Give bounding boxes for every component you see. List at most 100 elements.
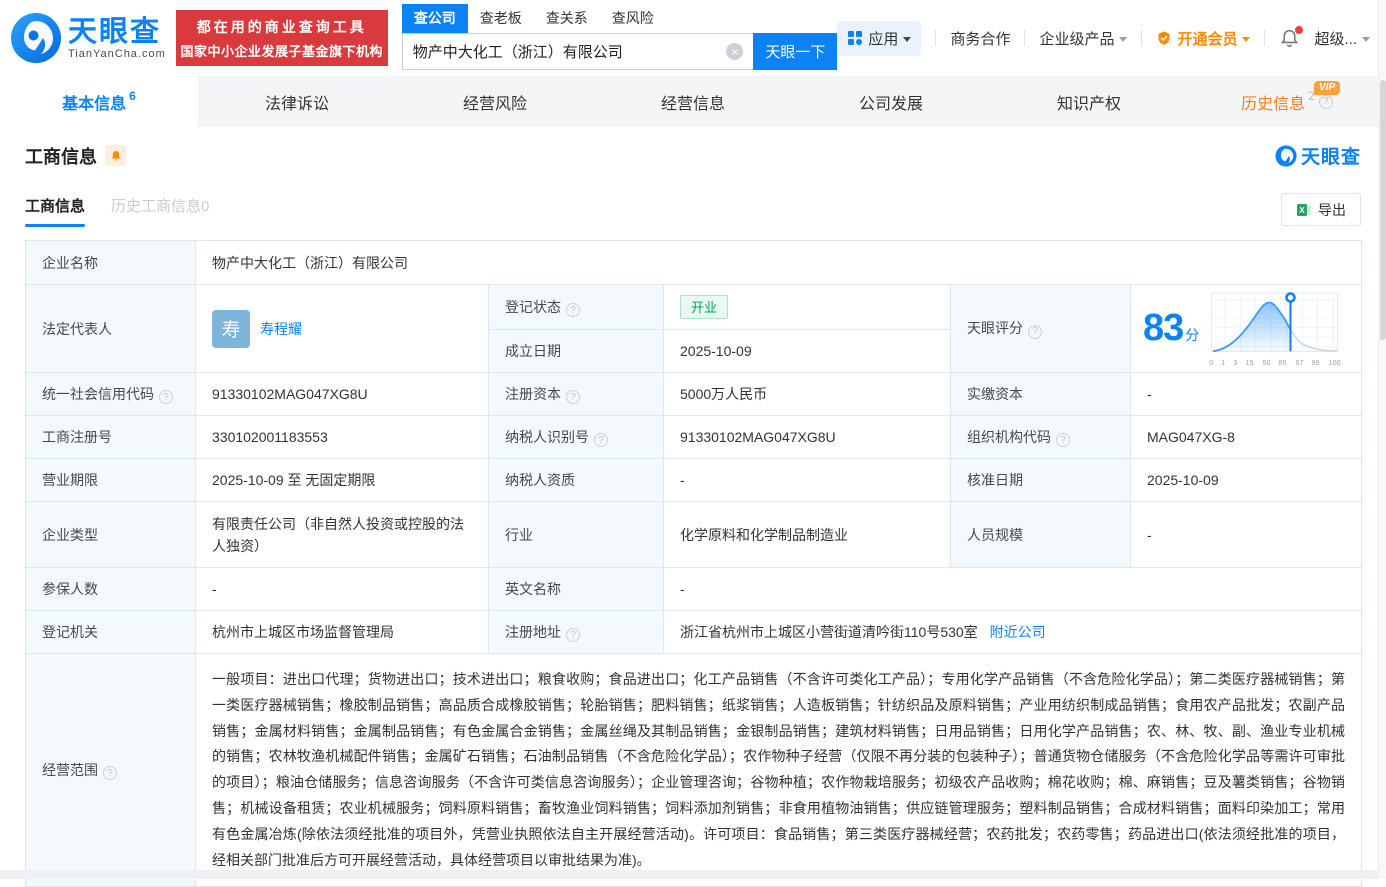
field-label-reg-capital: 注册资本? (488, 372, 664, 416)
tab-company-development[interactable]: 公司发展 (792, 76, 990, 127)
apps-grid-icon (848, 31, 863, 45)
search-tabs: 查公司 查老板 查关系 查风险 (401, 4, 838, 33)
scrollbar-thumb[interactable] (1380, 80, 1386, 340)
divider (1264, 30, 1266, 46)
search-tab-company[interactable]: 查公司 (401, 4, 468, 33)
subtab-history-business-info[interactable]: 历史工商信息0 (111, 195, 209, 227)
field-value-company-name: 物产中大化工（浙江）有限公司 (194, 240, 1363, 285)
top-header: 天眼查 TianYanCha.com 都在用的商业查询工具 国家中小企业发展子基… (0, 0, 1386, 76)
table-row-business-scope: 经营范围? 一般项目：进出口代理；货物进出口；技术进出口；粮食收购；食品进出口；… (25, 652, 1363, 887)
field-label-establish-date: 成立日期 (488, 329, 664, 373)
help-icon[interactable]: ? (566, 390, 580, 405)
field-value-legal-rep: 寿 寿程耀 (195, 284, 489, 373)
legal-rep-link[interactable]: 寿程耀 (260, 319, 302, 339)
export-button[interactable]: X 导出 (1281, 193, 1361, 226)
slogan-line1: 都在用的商业查询工具 (196, 18, 367, 35)
field-value-english-name: - (662, 567, 1363, 611)
help-icon[interactable]: ? (103, 766, 117, 781)
search-input[interactable] (402, 43, 727, 60)
business-info-table: 企业名称 物产中大化工（浙江）有限公司 法定代表人 寿 寿程耀 登记状态? 开业… (25, 240, 1363, 887)
search-tab-risk[interactable]: 查风险 (600, 4, 666, 33)
chevron-down-icon (1362, 36, 1370, 42)
field-label-reg-number: 工商注册号 (25, 415, 196, 459)
score-axis: 01 3 15 50 85 97 99 100 (1209, 358, 1341, 367)
nearby-companies-link[interactable]: 附近公司 (990, 624, 1046, 640)
field-label-company-name: 企业名称 (25, 240, 196, 285)
field-value-industry: 化学原料和化学制品制造业 (663, 501, 951, 568)
help-icon[interactable]: ? (566, 628, 580, 643)
field-value-credit-code: 91330102MAG047XG8U (195, 372, 489, 416)
table-row-business-term: 营业期限 2025-10-09 至 无固定期限 纳税人资质 - 核准日期 202… (25, 458, 1363, 502)
svg-text:X: X (1299, 206, 1305, 215)
apps-menu[interactable]: 应用 (837, 20, 922, 56)
vip-badge-icon (1158, 31, 1170, 45)
field-label-reg-authority: 登记机关 (25, 610, 196, 654)
slogan-line2: 国家中小企业发展子基金旗下机构 (180, 43, 384, 59)
chevron-down-icon (1242, 36, 1251, 42)
slogan-banner: 都在用的商业查询工具 国家中小企业发展子基金旗下机构 (175, 10, 388, 66)
field-value-reg-authority: 杭州市上城区市场监督管理局 (195, 610, 489, 654)
menu-cooperation[interactable]: 商务合作 (950, 28, 1010, 49)
field-value-reg-number: 330102001183553 (195, 415, 489, 459)
search-tab-relation[interactable]: 查关系 (534, 4, 600, 33)
tianyancha-company-page: 天眼查 TianYanCha.com 都在用的商业查询工具 国家中小企业发展子基… (0, 0, 1386, 887)
field-value-staff-size: - (1129, 501, 1363, 568)
tab-badge: 6 (129, 88, 136, 103)
score-distribution-chart[interactable]: 01 3 15 50 85 97 99 100 (1209, 290, 1343, 367)
menu-super-vip[interactable]: 超级... (1314, 28, 1370, 49)
tianyancha-logo[interactable]: 天眼查 TianYanCha.com (10, 12, 166, 64)
field-value-reg-address: 浙江省杭州市上城区小营街道清吟街110号530室 附近公司 (662, 610, 1363, 654)
field-value-taxpayer-quality: - (663, 458, 951, 502)
tab-legal-litigation[interactable]: 法律诉讼 (198, 76, 396, 127)
table-row-company-type: 企业类型 有限责任公司（非自然人投资或控股的法人独资） 行业 化学原料和化学制品… (25, 501, 1363, 568)
brand-domain: TianYanCha.com (68, 47, 166, 60)
vip-tag: VIP (1314, 81, 1341, 95)
tab-basic-info[interactable]: 基本信息 6 (0, 76, 198, 127)
help-icon[interactable]: ? (594, 433, 608, 448)
table-row-legal-rep: 法定代表人 寿 寿程耀 登记状态? 开业 天眼评分? 83 分 0 1 3 15… (25, 284, 1363, 373)
legal-rep-avatar[interactable]: 寿 (212, 309, 250, 348)
field-label-credit-code: 统一社会信用代码? (25, 372, 196, 416)
monitor-bell-icon[interactable] (105, 145, 126, 166)
menu-open-vip[interactable]: 开通会员 (1156, 28, 1251, 49)
field-label-business-term: 营业期限 (25, 458, 196, 502)
search-area: 查公司 查老板 查关系 查风险 × 天眼一下 (401, 4, 838, 70)
field-label-reg-status: 登记状态? (488, 284, 664, 330)
table-row-company-name: 企业名称 物产中大化工（浙江）有限公司 (25, 240, 1363, 285)
clear-search-icon[interactable]: × (726, 43, 744, 60)
divider (1141, 30, 1143, 46)
field-value-business-scope: 一般项目：进出口代理；货物进出口；技术进出口；粮食收购；食品进出口；化工产品销售… (194, 652, 1363, 887)
tab-intellectual-property[interactable]: 知识产权 (990, 76, 1188, 127)
field-value-company-type: 有限责任公司（非自然人投资或控股的法人独资） (195, 501, 489, 568)
field-value-insured-count: - (195, 567, 489, 611)
section-title: 工商信息 (25, 146, 97, 167)
divider (1024, 30, 1026, 46)
page-bottom-strip (0, 870, 1386, 879)
status-badge: 开业 (680, 295, 729, 319)
search-box: × 天眼一下 (401, 33, 838, 70)
tab-history-info[interactable]: 历史信息 2 ? VIP (1188, 76, 1386, 127)
help-icon[interactable]: ? (566, 303, 580, 318)
field-label-industry: 行业 (488, 501, 664, 568)
search-button[interactable]: 天眼一下 (753, 33, 838, 70)
menu-enterprise-products[interactable]: 企业级产品 (1039, 28, 1128, 49)
question-icon[interactable]: ? (1318, 94, 1333, 109)
search-tab-boss[interactable]: 查老板 (468, 4, 534, 33)
field-value-establish-date: 2025-10-09 (663, 329, 951, 373)
field-label-business-scope: 经营范围? (25, 652, 196, 887)
chevron-down-icon (903, 36, 912, 42)
field-label-company-type: 企业类型 (25, 501, 196, 568)
scrollbar[interactable] (1378, 0, 1386, 879)
field-value-paid-capital: - (1129, 372, 1363, 416)
field-value-taxpayer-id: 91330102MAG047XG8U (663, 415, 951, 459)
tianyancha-logo-icon (11, 13, 61, 63)
help-icon[interactable]: ? (159, 390, 173, 405)
table-row-insured-count: 参保人数 - 英文名称 - (25, 567, 1363, 611)
subtab-business-info[interactable]: 工商信息 (25, 195, 86, 227)
help-icon[interactable]: ? (1056, 433, 1070, 448)
tab-operation-info[interactable]: 经营信息 (594, 76, 792, 127)
notification-bell[interactable] (1279, 25, 1304, 49)
tab-operation-risk[interactable]: 经营风险 (396, 76, 594, 127)
help-icon[interactable]: ? (1028, 324, 1042, 339)
main-content: 工商信息 天眼查 工商信息 历史工商信息0 X 导出 企业名称 物产中大化工（浙… (0, 142, 1386, 887)
